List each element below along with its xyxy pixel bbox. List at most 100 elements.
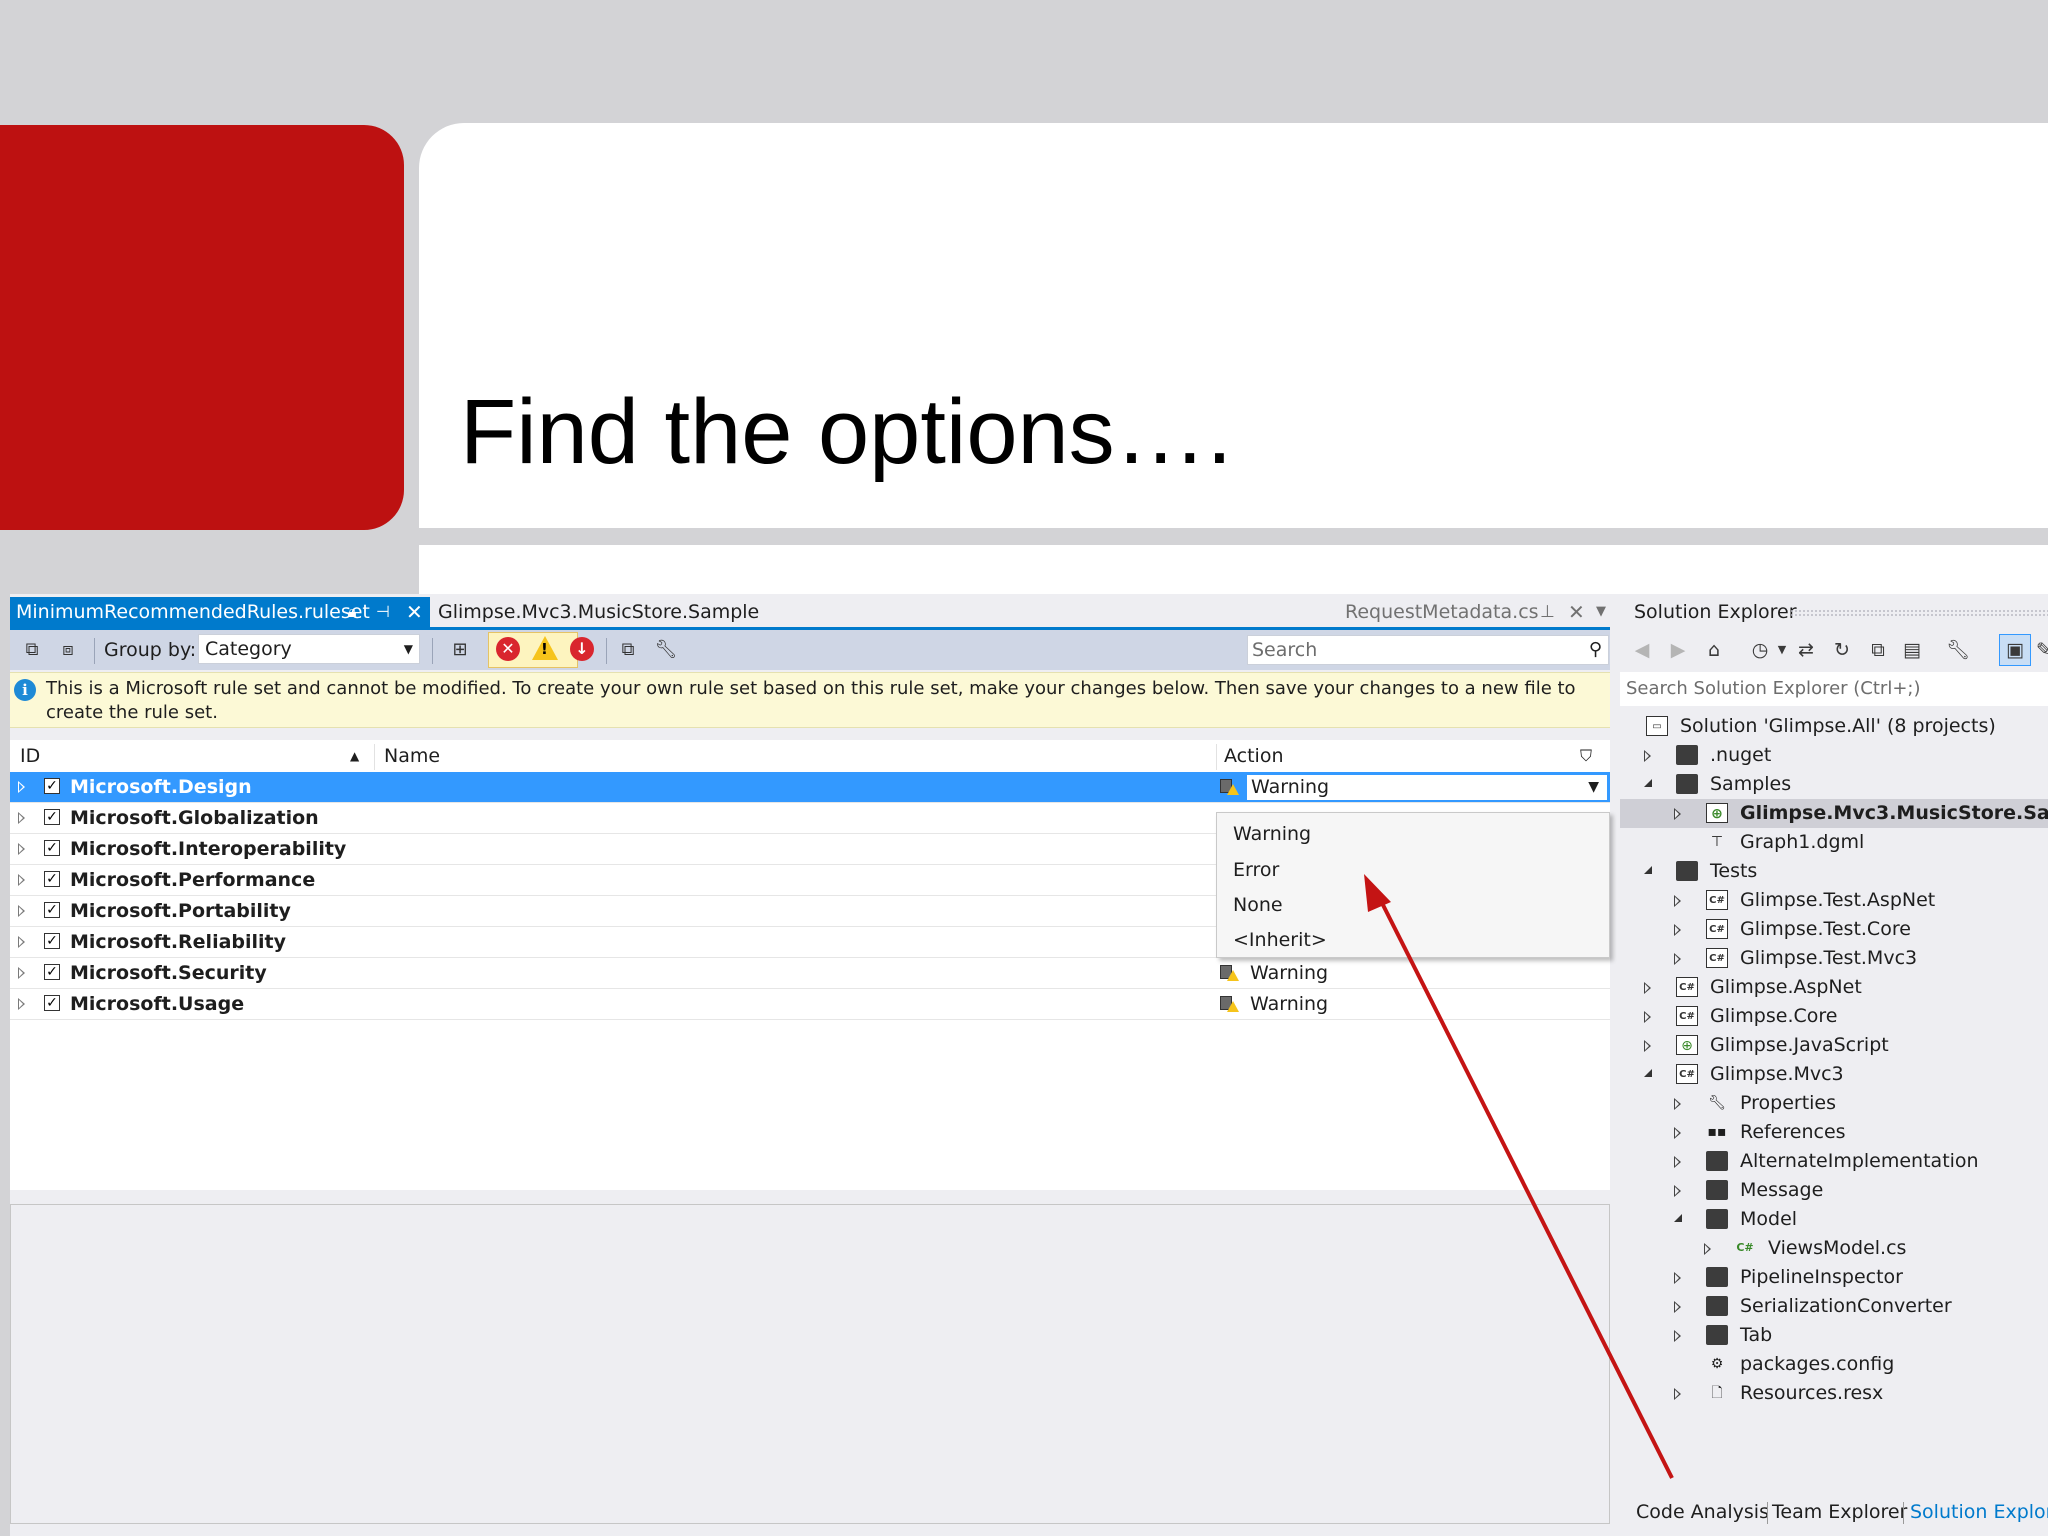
tree-item-music-store-sample[interactable]: ⊕ Glimpse.Mvc3.MusicStore.Sample <box>1620 799 2048 828</box>
close-icon[interactable]: ✕ <box>1568 597 1585 627</box>
rule-checkbox[interactable]: ✓ <box>44 933 60 949</box>
expand-arrow-icon[interactable] <box>1674 1098 1681 1110</box>
dropdown-option-inherit[interactable]: <Inherit> <box>1233 925 1327 955</box>
collapse-arrow-icon[interactable] <box>1644 779 1652 787</box>
tree-item-references[interactable]: ▪▪ References <box>1620 1118 2048 1147</box>
rule-checkbox[interactable]: ✓ <box>44 840 60 856</box>
collapse-arrow-icon[interactable] <box>1674 1214 1682 1222</box>
tree-item-test-aspnet[interactable]: C# Glimpse.Test.AspNet <box>1620 886 2048 915</box>
expand-arrow-icon[interactable] <box>1644 750 1651 762</box>
tree-item-alternate[interactable]: AlternateImplementation <box>1620 1147 2048 1176</box>
chevron-down-icon[interactable]: ▼ <box>1596 597 1606 627</box>
column-header-id[interactable]: ID <box>20 740 40 772</box>
tab-solution-explorer[interactable]: Solution Explorer <box>1910 1492 2048 1532</box>
expand-arrow-icon[interactable] <box>1674 924 1681 936</box>
expand-arrow-icon[interactable] <box>18 843 25 855</box>
history-icon[interactable]: ◷ <box>1748 638 1772 662</box>
expand-arrow-icon[interactable] <box>1674 1388 1681 1400</box>
wrench-icon[interactable]: 🔧︎ <box>654 638 678 662</box>
tree-item-model[interactable]: Model <box>1620 1205 2048 1234</box>
close-icon[interactable]: ✕ <box>406 597 423 627</box>
back-icon[interactable]: ◀ <box>1630 638 1654 662</box>
filter-icon[interactable]: ⛉ <box>1580 740 1592 772</box>
tab-ruleset[interactable]: MinimumRecommendedRules.ruleset 🔒︎ ⊣ ✕ <box>10 597 430 627</box>
tree-item-samples[interactable]: Samples <box>1620 770 2048 799</box>
rule-action[interactable]: Warning <box>1250 989 1328 1020</box>
expand-arrow-icon[interactable] <box>1674 953 1681 965</box>
refresh-icon[interactable]: ↻ <box>1830 638 1854 662</box>
expand-arrow-icon[interactable] <box>1674 1156 1681 1168</box>
collapse-arrow-icon[interactable] <box>1644 866 1652 874</box>
dropdown-option-error[interactable]: Error <box>1233 855 1279 885</box>
forward-icon[interactable]: ▶ <box>1666 638 1690 662</box>
tab-music-store[interactable]: Glimpse.Mvc3.MusicStore.Sample <box>438 597 759 627</box>
action-select[interactable]: Warning ▼ <box>1246 774 1608 801</box>
tree-item-javascript[interactable]: ⊕ Glimpse.JavaScript <box>1620 1031 2048 1060</box>
tree-item-nuget[interactable]: .nuget <box>1620 741 2048 770</box>
expand-all-icon[interactable]: ⧉ <box>20 638 44 662</box>
rule-checkbox[interactable]: ✓ <box>44 902 60 918</box>
tree-item-resources[interactable]: 🗋︎ Resources.resx <box>1620 1379 2048 1408</box>
expand-arrow-icon[interactable] <box>18 936 25 948</box>
filter-rules-icon[interactable]: ⊞ <box>448 638 472 662</box>
dropdown-option-none[interactable]: None <box>1233 890 1283 920</box>
expand-arrow-icon[interactable] <box>1674 1301 1681 1313</box>
expand-arrow-icon[interactable] <box>18 874 25 886</box>
tree-item-pipeline[interactable]: PipelineInspector <box>1620 1263 2048 1292</box>
tree-item-solution[interactable]: ▭ Solution 'Glimpse.All' (8 projects) <box>1620 712 2048 741</box>
tree-item-test-core[interactable]: C# Glimpse.Test.Core <box>1620 915 2048 944</box>
pin-icon[interactable]: ⊥ <box>1540 597 1555 627</box>
column-header-name[interactable]: Name <box>384 740 440 772</box>
tab-code-analysis[interactable]: Code Analysis <box>1636 1492 1769 1532</box>
expand-arrow-icon[interactable] <box>1674 1185 1681 1197</box>
expand-arrow-icon[interactable] <box>1644 1011 1651 1023</box>
tree-item-graph[interactable]: ⊤ Graph1.dgml <box>1620 828 2048 857</box>
home-icon[interactable]: ⌂ <box>1702 638 1726 662</box>
dropdown-option-warning[interactable]: Warning <box>1233 819 1311 849</box>
rule-row-design[interactable]: ✓ Microsoft.Design Warning ▼ <box>10 772 1610 803</box>
tree-item-message[interactable]: Message <box>1620 1176 2048 1205</box>
expand-arrow-icon[interactable] <box>1674 808 1681 820</box>
expand-arrow-icon[interactable] <box>18 967 25 979</box>
rule-row-usage[interactable]: ✓ Microsoft.Usage Warning <box>10 989 1610 1020</box>
properties-icon[interactable]: ✎ <box>2032 638 2048 662</box>
wrench-icon[interactable]: 🔧︎ <box>1946 638 1970 662</box>
tree-item-mvc3[interactable]: C# Glimpse.Mvc3 <box>1620 1060 2048 1089</box>
rule-checkbox[interactable]: ✓ <box>44 964 60 980</box>
expand-arrow-icon[interactable] <box>18 781 25 793</box>
rule-checkbox[interactable]: ✓ <box>44 871 60 887</box>
rule-checkbox[interactable]: ✓ <box>44 995 60 1011</box>
rule-action[interactable]: Warning <box>1250 958 1328 989</box>
tree-item-test-mvc3[interactable]: C# Glimpse.Test.Mvc3 <box>1620 944 2048 973</box>
tree-item-packages[interactable]: ⚙ packages.config <box>1620 1350 2048 1379</box>
expand-arrow-icon[interactable] <box>1644 982 1651 994</box>
tree-item-tests[interactable]: Tests <box>1620 857 2048 886</box>
rule-row-security[interactable]: ✓ Microsoft.Security Warning <box>10 958 1610 989</box>
group-by-select[interactable]: Category ▼ <box>198 634 420 664</box>
rule-search-input[interactable]: Search ⚲ <box>1247 635 1609 665</box>
tree-item-core[interactable]: C# Glimpse.Core <box>1620 1002 2048 1031</box>
expand-arrow-icon[interactable] <box>1704 1243 1711 1255</box>
show-all-files-icon[interactable]: ▤ <box>1900 638 1924 662</box>
tab-request-metadata[interactable]: RequestMetadata.cs <box>1345 597 1539 627</box>
collapse-all-icon[interactable]: ⧉ <box>1866 638 1890 662</box>
tree-item-viewsmodel[interactable]: C# ViewsModel.cs <box>1620 1234 2048 1263</box>
expand-arrow-icon[interactable] <box>1674 1127 1681 1139</box>
warning-filter-icon[interactable]: ! <box>532 636 558 660</box>
solution-search-input[interactable]: Search Solution Explorer (Ctrl+;) <box>1620 672 2048 706</box>
copy-icon[interactable]: ⧉ <box>616 638 640 662</box>
expand-arrow-icon[interactable] <box>1674 1272 1681 1284</box>
expand-arrow-icon[interactable] <box>18 998 25 1010</box>
pin-icon[interactable]: ⊣ <box>376 597 390 627</box>
disabled-filter-icon[interactable]: ↓ <box>570 637 594 661</box>
panel-grip[interactable] <box>1790 609 2048 617</box>
sync-icon[interactable]: ⇄ <box>1794 638 1818 662</box>
expand-arrow-icon[interactable] <box>18 905 25 917</box>
chevron-down-icon[interactable]: ▼ <box>1770 638 1794 662</box>
expand-arrow-icon[interactable] <box>18 812 25 824</box>
expand-arrow-icon[interactable] <box>1674 895 1681 907</box>
rule-checkbox[interactable]: ✓ <box>44 778 60 794</box>
expand-arrow-icon[interactable] <box>1644 1040 1651 1052</box>
expand-arrow-icon[interactable] <box>1674 1330 1681 1342</box>
tree-item-properties[interactable]: 🔧︎ Properties <box>1620 1089 2048 1118</box>
